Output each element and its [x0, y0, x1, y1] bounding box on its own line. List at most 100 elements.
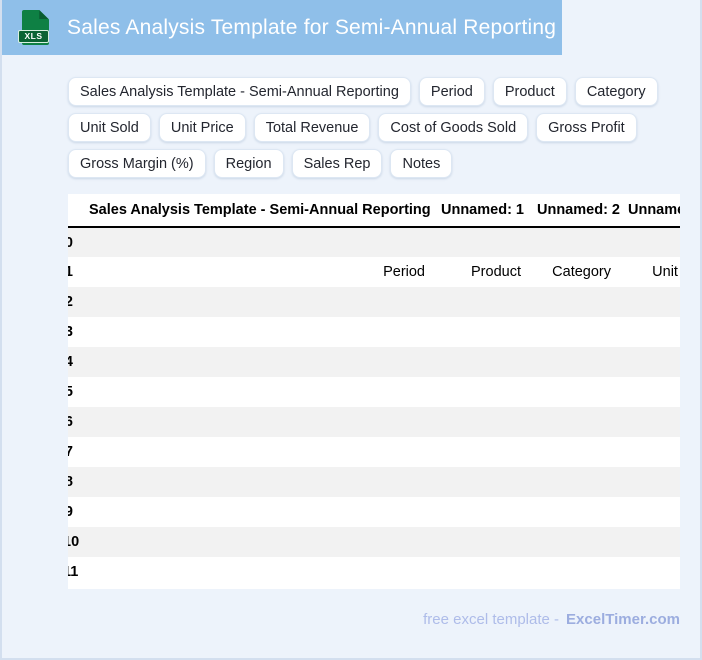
keyword-chip[interactable]: Notes: [390, 149, 453, 178]
keyword-chip[interactable]: Sales Analysis Template - Semi-Annual Re…: [68, 77, 411, 106]
table-cell: [81, 407, 433, 437]
data-table: Sales Analysis Template - Semi-Annual Re…: [68, 194, 680, 587]
footer-brand-link[interactable]: ExcelTimer.com: [566, 611, 680, 628]
table-cell: [619, 407, 680, 437]
table-cell: [433, 437, 529, 467]
file-type-label: XLS: [18, 29, 49, 43]
keyword-chip[interactable]: Gross Profit: [536, 113, 637, 142]
table-cell: [529, 347, 619, 377]
table-cell: [529, 317, 619, 347]
row-index: 3: [68, 324, 73, 340]
header-bar: XLS Sales Analysis Template for Semi-Ann…: [2, 0, 562, 55]
table-row: 0: [68, 227, 680, 257]
table-cell: [433, 317, 529, 347]
row-index: 4: [68, 354, 73, 370]
table-cell: Period: [383, 264, 425, 280]
keyword-chip[interactable]: Product: [492, 77, 567, 106]
keyword-chip[interactable]: Unit Sold: [68, 113, 151, 142]
table-body: 0 1 Period Product Category Unit Sold 2 3 4 5 6 7 8 9…: [68, 227, 680, 587]
table-cell: [433, 287, 529, 317]
table-header-row: Sales Analysis Template - Semi-Annual Re…: [68, 194, 680, 228]
table-cell: [529, 377, 619, 407]
keyword-chip[interactable]: Total Revenue: [253, 113, 371, 142]
table-row: 10: [68, 527, 680, 557]
column-header: Sales Analysis Template - Semi-Annual Re…: [81, 194, 433, 228]
table-row: 6: [68, 407, 680, 437]
column-header: Unnamed: 1: [433, 194, 529, 228]
row-index: 8: [68, 474, 73, 490]
footer-text: free excel template -: [423, 611, 560, 628]
table-cell: [619, 497, 680, 527]
table-cell: [619, 227, 680, 257]
footer: free excel template - ExcelTimer.com: [2, 611, 680, 628]
keyword-chip[interactable]: Unit Price: [158, 113, 246, 142]
table-cell: [81, 317, 433, 347]
table-cell: [433, 377, 529, 407]
xls-file-icon: XLS: [18, 10, 49, 45]
table-viewport[interactable]: Sales Analysis Template - Semi-Annual Re…: [68, 194, 680, 589]
table-cell: [81, 527, 433, 557]
keyword-chip[interactable]: Region: [213, 149, 284, 178]
table-cell: [619, 347, 680, 377]
table-cell: [433, 227, 529, 257]
row-index: 2: [68, 294, 73, 310]
table-cell: [619, 557, 680, 587]
table-cell: [433, 557, 529, 587]
keyword-chips: Sales Analysis Template - Semi-Annual Re…: [68, 77, 680, 178]
table-cell: [529, 227, 619, 257]
keyword-chip[interactable]: Cost of Goods Sold: [378, 113, 529, 142]
table-cell: [433, 497, 529, 527]
row-index: 5: [68, 384, 73, 400]
table-cell: Unit Sold: [652, 264, 680, 280]
row-index: 7: [68, 444, 73, 460]
table-cell: [81, 227, 433, 257]
table-row: 9: [68, 497, 680, 527]
table-cell: [529, 467, 619, 497]
table-cell: [529, 407, 619, 437]
table-row: 3: [68, 317, 680, 347]
table-cell: [619, 287, 680, 317]
page-title: Sales Analysis Template for Semi-Annual …: [67, 15, 557, 39]
keyword-chip[interactable]: Sales Rep: [291, 149, 383, 178]
table-cell: [619, 467, 680, 497]
table-row: 2: [68, 287, 680, 317]
table-cell: [81, 377, 433, 407]
row-index: 1: [68, 264, 73, 280]
table-cell: [433, 467, 529, 497]
keyword-chip[interactable]: Category: [574, 77, 658, 106]
table-cell: [81, 437, 433, 467]
column-header: Unnamed: 3: [619, 194, 680, 228]
table-row: 8: [68, 467, 680, 497]
row-index: 11: [68, 564, 79, 580]
row-index: 0: [68, 234, 73, 251]
table-cell: [619, 437, 680, 467]
table-cell: [529, 287, 619, 317]
table-cell: [81, 347, 433, 377]
row-index: 6: [68, 414, 73, 430]
table-cell: [81, 467, 433, 497]
table-header: Sales Analysis Template - Semi-Annual Re…: [68, 194, 680, 228]
table-cell: [529, 557, 619, 587]
table-cell: [433, 527, 529, 557]
table-row: 7: [68, 437, 680, 467]
table-cell: [619, 377, 680, 407]
row-index: 10: [68, 534, 80, 550]
table-row: 4: [68, 347, 680, 377]
table-cell: [81, 497, 433, 527]
table-cell: [433, 347, 529, 377]
keyword-chip[interactable]: Period: [418, 77, 485, 106]
table-cell: [619, 317, 680, 347]
table-row: 5: [68, 377, 680, 407]
column-header: Unnamed: 2: [529, 194, 620, 228]
table-cell: [529, 437, 619, 467]
table-cell: [81, 557, 433, 587]
table-cell: Category: [552, 264, 611, 280]
keyword-chip[interactable]: Gross Margin (%): [68, 149, 206, 178]
table-cell: [433, 407, 529, 437]
row-index: 9: [68, 504, 73, 520]
table-cell: [619, 527, 680, 557]
table-cell: [529, 497, 619, 527]
table-row: 1 Period Product Category Unit Sold: [68, 257, 680, 287]
table-cell: [529, 527, 619, 557]
column-header: [68, 194, 81, 228]
